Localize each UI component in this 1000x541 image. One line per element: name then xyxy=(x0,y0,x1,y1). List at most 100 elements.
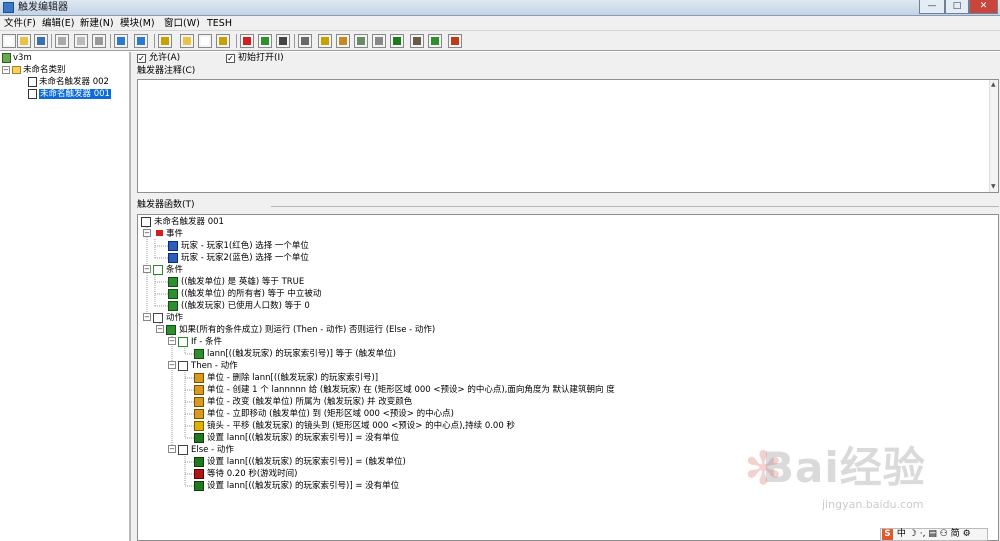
then-label: Then - 动作 xyxy=(191,361,238,371)
collapse-icon[interactable]: − xyxy=(156,325,164,333)
flag-icon xyxy=(153,229,163,239)
events-node[interactable]: − 事件 xyxy=(143,228,183,240)
event-item[interactable]: 玩家 - 玩家2(蓝色) 选择 一个单位 xyxy=(168,252,309,264)
comment-textarea[interactable]: ▲ ▼ xyxy=(137,79,999,193)
else-action-item[interactable]: 等待 0.20 秒(游戏时间) xyxy=(194,468,297,480)
actions-node[interactable]: − 动作 xyxy=(143,312,183,324)
action-icon[interactable] xyxy=(276,34,290,48)
open-folder-icon[interactable] xyxy=(17,34,31,48)
menu-edit[interactable]: 编辑(E) xyxy=(40,17,76,30)
menu-tesh[interactable]: TESH xyxy=(205,17,234,30)
paste-icon[interactable] xyxy=(92,34,106,48)
new-comment-icon[interactable] xyxy=(216,34,230,48)
else-action-item[interactable]: 设置 lann[((触发玩家) 的玩家索引号)] = 没有单位 xyxy=(194,480,399,492)
menu-file[interactable]: 文件(F) xyxy=(2,17,38,30)
checkmark-icon: ✓ xyxy=(226,54,235,63)
sound-editor-glyph xyxy=(339,37,347,45)
then-action-item[interactable]: 单位 - 立即移动 (触发单位) 到 (矩形区域 000 <预设> 的中心点) xyxy=(194,408,454,420)
condition-item[interactable]: ((触发单位) 的所有者) 等于 中立被动 xyxy=(168,288,321,300)
save-icon[interactable] xyxy=(34,34,48,48)
script-editor-icon[interactable] xyxy=(372,34,386,48)
collapse-icon[interactable]: − xyxy=(2,66,10,74)
menu-bar: 文件(F) 编辑(E) 新建(N) 模块(M) 窗口(W) TESH xyxy=(0,16,1000,31)
terrain-editor-icon[interactable] xyxy=(298,34,312,48)
skin-icon[interactable]: ⚇ xyxy=(940,529,948,539)
object-editor-icon[interactable] xyxy=(354,34,368,48)
condition-item[interactable]: ((触发玩家) 已使用人口数) 等于 0 xyxy=(168,300,310,312)
scroll-down-icon[interactable]: ▼ xyxy=(991,183,996,191)
tree-trigger-002[interactable]: 未命名触发器 002 xyxy=(28,77,109,88)
collapse-icon[interactable]: − xyxy=(168,445,176,453)
maximize-button[interactable]: □ xyxy=(945,0,969,14)
if-conditions-node[interactable]: − If - 条件 xyxy=(168,336,222,348)
condition-text: ((触发单位) 是 英雄) 等于 TRUE xyxy=(181,277,305,287)
import-manager-icon[interactable] xyxy=(448,34,462,48)
test-map-icon[interactable] xyxy=(158,34,172,48)
then-action-item[interactable]: 单位 - 创建 1 个 lannnnn 给 (触发玩家) 在 (矩形区域 000… xyxy=(194,384,615,396)
if-then-else-action[interactable]: − 如果(所有的条件成立) 则运行 (Then - 动作) 否则运行 (Else … xyxy=(156,324,435,336)
menu-window[interactable]: 窗口(W) xyxy=(162,17,202,30)
menu-new[interactable]: 新建(N) xyxy=(78,17,116,30)
cut-icon[interactable] xyxy=(55,34,69,48)
trigger-doc-icon xyxy=(28,89,37,99)
enabled-checkbox[interactable]: ✓ 允许(A) xyxy=(137,53,180,64)
conditions-node[interactable]: − 条件 xyxy=(143,264,183,276)
collapse-icon[interactable]: − xyxy=(168,337,176,345)
collapse-icon[interactable]: − xyxy=(168,361,176,369)
title-bar[interactable]: 触发编辑器 — □ ✕ xyxy=(0,0,1000,16)
sogou-logo-icon: S xyxy=(882,529,893,540)
scroll-up-icon[interactable]: ▲ xyxy=(991,81,996,89)
tree-category[interactable]: − 未命名类别 xyxy=(2,65,66,76)
collapse-icon[interactable]: − xyxy=(143,313,151,321)
event-item[interactable]: 玩家 - 玩家1(红色) 选择 一个单位 xyxy=(168,240,309,252)
ai-editor-icon[interactable] xyxy=(428,34,442,48)
then-action-item[interactable]: 镜头 - 平移 (触发玩家) 的镜头到 (矩形区域 000 <预设> 的中心点)… xyxy=(194,420,515,432)
punctuation-icon[interactable]: ·, xyxy=(920,529,926,539)
action-icon xyxy=(178,445,188,455)
collapse-icon[interactable]: − xyxy=(143,229,151,237)
actions-label: 动作 xyxy=(166,313,184,323)
copy-icon[interactable] xyxy=(74,34,88,48)
close-button[interactable]: ✕ xyxy=(969,0,998,14)
new-trigger-icon[interactable] xyxy=(198,34,212,48)
collapse-icon[interactable]: − xyxy=(143,265,151,273)
then-action-item[interactable]: 设置 lann[((触发玩家) 的玩家索引号)] = 没有单位 xyxy=(194,432,399,444)
camera-editor-icon[interactable] xyxy=(390,34,404,48)
new-category-icon[interactable] xyxy=(180,34,194,48)
sound-editor-icon[interactable] xyxy=(336,34,350,48)
event-icon[interactable] xyxy=(258,34,272,48)
func-root[interactable]: 未命名触发器 001 xyxy=(141,216,224,228)
initially-on-checkbox[interactable]: ✓ 初始打开(I) xyxy=(226,53,284,64)
then-action-item[interactable]: 单位 - 删除 lann[((触发玩家) 的玩家索引号)] xyxy=(194,372,378,384)
tree-trigger-001[interactable]: 未命名触发器 001 xyxy=(28,89,111,100)
moon-icon[interactable]: ☽ xyxy=(909,529,917,539)
unit-editor-icon[interactable] xyxy=(318,34,332,48)
set-variable-icon xyxy=(194,457,204,467)
trigger-flag-icon[interactable] xyxy=(240,34,254,48)
keyboard-icon[interactable]: ▤ xyxy=(928,529,937,539)
then-actions-node[interactable]: − Then - 动作 xyxy=(168,360,238,372)
redo-icon[interactable] xyxy=(134,34,148,48)
condition-item[interactable]: ((触发单位) 是 英雄) 等于 TRUE xyxy=(168,276,304,288)
else-actions-node[interactable]: − Else - 动作 xyxy=(168,444,234,456)
new-trigger-glyph xyxy=(201,37,209,45)
region-editor-icon[interactable] xyxy=(410,34,424,48)
simplified-toggle[interactable]: 简 xyxy=(951,529,960,539)
else-action-item[interactable]: 设置 lann[((触发玩家) 的玩家索引号)] = (触发单位) xyxy=(194,456,406,468)
redo-glyph xyxy=(137,37,145,45)
new-file-icon[interactable] xyxy=(2,34,16,48)
minimize-button[interactable]: — xyxy=(919,0,945,14)
trigger-category-tree[interactable]: v3m − 未命名类别 未命名触发器 002 未命名触发器 001 xyxy=(0,52,131,541)
app-icon xyxy=(3,2,14,13)
player-event-icon xyxy=(168,241,178,251)
menu-module[interactable]: 模块(M) xyxy=(118,17,157,30)
ime-status-bar[interactable]: S 中 ☽ ·, ▤ ⚇ 简 ⚙ xyxy=(880,528,988,541)
then-action-item[interactable]: 单位 - 改变 (触发单位) 所属为 (触发玩家) 并 改变颜色 xyxy=(194,396,412,408)
tree-map-root[interactable]: v3m xyxy=(2,53,32,64)
tools-icon[interactable]: ⚙ xyxy=(963,529,971,539)
undo-icon[interactable] xyxy=(114,34,128,48)
comment-scrollbar[interactable]: ▲ ▼ xyxy=(989,80,998,192)
ime-mode[interactable]: 中 xyxy=(897,529,906,539)
conditions-label: 条件 xyxy=(166,265,184,275)
if-condition-item[interactable]: lann[((触发玩家) 的玩家索引号)] 等于 (触发单位) xyxy=(194,348,396,360)
